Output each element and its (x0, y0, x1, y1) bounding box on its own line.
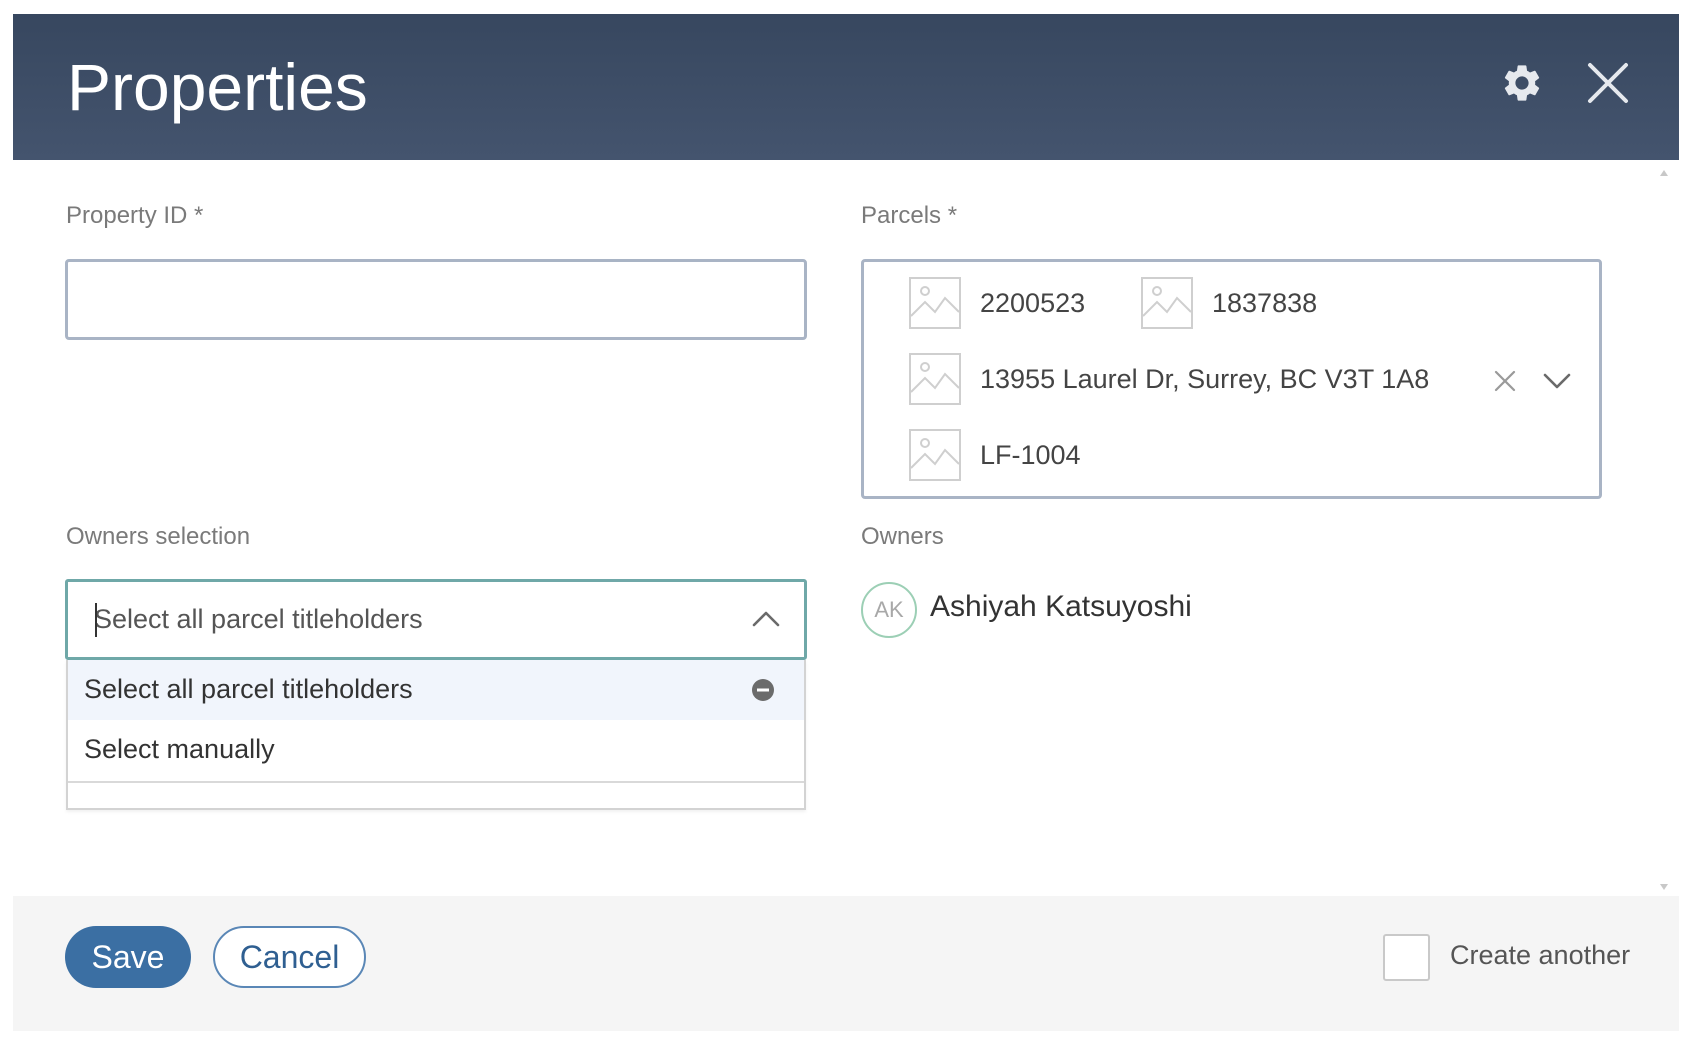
dropdown-option-label: Select manually (84, 734, 275, 764)
image-placeholder-icon (909, 429, 961, 481)
properties-dialog: Properties Property ID * Parcels * 22005… (13, 14, 1679, 1031)
create-another-checkbox[interactable] (1383, 934, 1430, 981)
image-placeholder-icon (909, 277, 961, 329)
remove-icon[interactable] (751, 678, 775, 702)
parcels-multiselect[interactable]: 2200523 1837838 13955 Laurel Dr, Surrey,… (861, 259, 1602, 499)
gear-icon[interactable] (1500, 61, 1544, 105)
dropdown-option-select-manually[interactable]: Select manually (68, 720, 804, 780)
parcel-chip-label: 13955 Laurel Dr, Surrey, BC V3T 1A8 (980, 363, 1430, 394)
image-placeholder-icon (1141, 277, 1193, 329)
parcel-chip[interactable]: 1837838 (1140, 275, 1317, 331)
create-another-label: Create another (1450, 940, 1631, 970)
parcel-chip[interactable]: 2200523 (908, 275, 1085, 331)
chevron-up-icon[interactable] (751, 609, 781, 629)
owner-name: Ashiyah Katsuyoshi (930, 590, 1192, 623)
parcels-label: Parcels * (861, 202, 958, 229)
parcel-chip-label: LF-1004 (980, 439, 1081, 470)
owners-selection-dropdown: Select all parcel titleholders Select ma… (66, 660, 806, 810)
text-caret (95, 603, 97, 637)
clear-icon[interactable] (1492, 368, 1518, 394)
parcel-chip-label: 1837838 (1212, 287, 1318, 318)
chevron-down-icon[interactable] (1542, 371, 1572, 391)
owners-selection-label: Owners selection (66, 523, 251, 550)
dropdown-divider (68, 781, 804, 783)
property-id-label: Property ID * (66, 202, 204, 229)
owners-label: Owners (861, 523, 944, 550)
owners-selection-select[interactable]: Select all parcel titleholders (65, 579, 807, 660)
dialog-header: Properties (13, 14, 1679, 160)
scroll-up-arrow[interactable] (1659, 169, 1669, 177)
dialog-footer: Save Cancel Create another (13, 896, 1679, 1031)
parcel-chip[interactable]: 13955 Laurel Dr, Surrey, BC V3T 1A8 (908, 351, 1429, 407)
image-placeholder-icon (909, 353, 961, 405)
owners-selection-value: Select all parcel titleholders (94, 604, 423, 634)
parcel-chip[interactable]: LF-1004 (908, 427, 1081, 483)
avatar: AK (861, 582, 917, 638)
dropdown-option-select-all[interactable]: Select all parcel titleholders (68, 660, 804, 720)
close-icon[interactable] (1585, 60, 1631, 106)
save-button[interactable]: Save (65, 926, 191, 988)
cancel-button[interactable]: Cancel (213, 926, 366, 988)
dialog-title: Properties (67, 50, 368, 124)
dropdown-option-label: Select all parcel titleholders (84, 674, 413, 704)
parcel-chip-label: 2200523 (980, 287, 1086, 318)
property-id-input[interactable] (65, 259, 807, 340)
scroll-down-arrow[interactable] (1659, 883, 1669, 891)
